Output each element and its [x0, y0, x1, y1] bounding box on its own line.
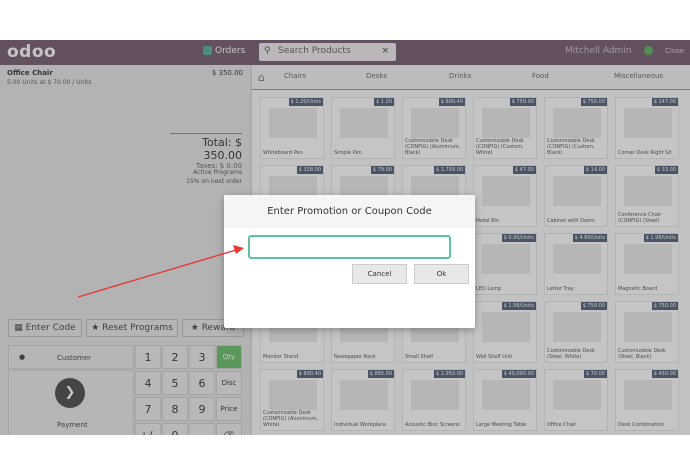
annotation-arrow: [77, 245, 244, 298]
pos-window: odoo Orders ⚲ Search Products × Mitchell…: [0, 40, 690, 435]
